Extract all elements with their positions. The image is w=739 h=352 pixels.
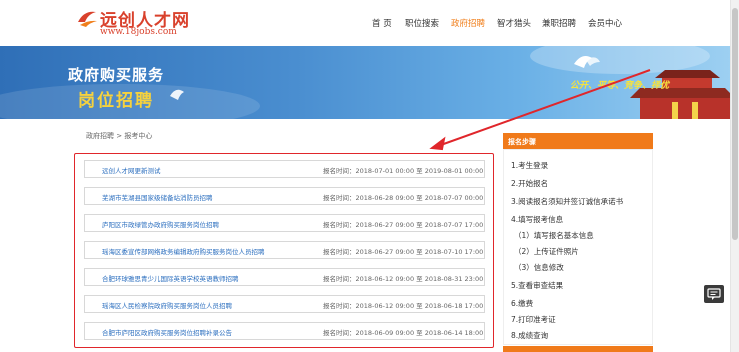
steps-list: 1.考生登录 2.开始报名 3.阅读报名须知并签订诚信承诺书 4.填写报考信息 … xyxy=(503,149,653,345)
nav-item-part-time[interactable]: 兼职招聘 xyxy=(542,17,576,29)
vertical-scrollbar[interactable] xyxy=(730,0,739,352)
step-fill-info[interactable]: 4.填写报考信息 xyxy=(511,214,563,225)
banner-slogan: 公开、平等、竞争、择优 xyxy=(570,81,670,91)
list-item-date: 报名时间：2018-06-12 09:00 至 2018-06-18 17:00 xyxy=(323,302,484,310)
registration-steps-panel: 报名步骤 1.考生登录 2.开始报名 3.阅读报名须知并签订诚信承诺书 4.填写… xyxy=(503,133,653,352)
list-item-date: 报名时间：2018-06-28 09:00 至 2018-07-07 00:00 xyxy=(323,194,484,202)
nav-item-member-center[interactable]: 会员中心 xyxy=(588,17,622,29)
step-read-notice[interactable]: 3.阅读报名须知并签订诚信承诺书 xyxy=(511,196,623,207)
step-upload-photo[interactable]: （2）上传证件照片 xyxy=(514,246,579,257)
list-item[interactable]: 瑶海区委宣传部网络政务编辑政府购买服务岗位人员招聘 报名时间：2018-06-2… xyxy=(84,241,485,259)
recruitment-list: 远创人才网更新测试 报名时间：2018-07-01 00:00 至 2019-0… xyxy=(74,153,494,348)
list-item[interactable]: 合肥市庐阳区政府购买服务岗位招聘补录公告 报名时间：2018-06-09 09:… xyxy=(84,322,485,340)
banner: 政府购买服务 岗位招聘 公开、平等、竞争、择优 xyxy=(0,46,739,119)
list-item-date: 报名时间：2018-06-27 09:00 至 2018-07-07 17:00 xyxy=(323,221,484,229)
step-review-result[interactable]: 5.查看审查结果 xyxy=(511,280,563,291)
list-item-date: 报名时间：2018-07-01 00:00 至 2019-08-01 00:00 xyxy=(323,167,484,175)
nav-item-headhunter[interactable]: 智才猎头 xyxy=(497,17,531,29)
list-item[interactable]: 合肥环球雅思青少儿国际英语学校英语教师招聘 报名时间：2018-06-12 09… xyxy=(84,268,485,286)
list-item-title[interactable]: 庐阳区市政绿管办政府购买服务岗位招聘 xyxy=(102,219,219,229)
banner-title-line2: 岗位招聘 xyxy=(78,91,154,111)
site-logo[interactable]: 远创人才网 www.18jobs.com xyxy=(76,6,196,42)
step-print-ticket[interactable]: 7.打印准考证 xyxy=(511,314,556,325)
step-score-query[interactable]: 8.成绩查询 xyxy=(511,330,548,341)
list-item[interactable]: 瑶海区人民检察院政府购买服务岗位人员招聘 报名时间：2018-06-12 09:… xyxy=(84,295,485,313)
logo-url: www.18jobs.com xyxy=(100,27,177,37)
list-item[interactable]: 芜湖市芜湖县国家级储备站消防员招聘 报名时间：2018-06-28 09:00 … xyxy=(84,187,485,205)
steps-title: 报名步骤 xyxy=(508,138,536,146)
step-payment[interactable]: 6.缴费 xyxy=(511,298,533,309)
steps-header: 报名步骤 xyxy=(503,133,653,149)
nav-item-job-search[interactable]: 职位搜索 xyxy=(405,17,439,29)
next-panel-header xyxy=(503,346,653,352)
nav-item-home[interactable]: 首 页 xyxy=(372,17,392,29)
list-item-title[interactable]: 瑶海区人民检察院政府购买服务岗位人员招聘 xyxy=(102,300,232,310)
step-modify-info[interactable]: （3）信息修改 xyxy=(514,262,564,273)
breadcrumb[interactable]: 政府招聘 > 报考中心 xyxy=(86,131,152,141)
step-fill-basic[interactable]: （1）填写报名基本信息 xyxy=(514,230,594,241)
chat-widget-button[interactable] xyxy=(704,285,724,303)
list-item[interactable]: 远创人才网更新测试 报名时间：2018-07-01 00:00 至 2019-0… xyxy=(84,160,485,178)
list-item-title[interactable]: 合肥市庐阳区政府购买服务岗位招聘补录公告 xyxy=(102,327,232,337)
list-item-title[interactable]: 远创人才网更新测试 xyxy=(102,165,161,175)
page: 远创人才网 www.18jobs.com 首 页 职位搜索 政府招聘 智才猎头 … xyxy=(0,0,739,352)
list-item-date: 报名时间：2018-06-09 09:00 至 2018-06-14 18:00 xyxy=(323,329,484,337)
list-item-date: 报名时间：2018-06-12 09:00 至 2018-08-31 23:00 xyxy=(323,275,484,283)
step-login[interactable]: 1.考生登录 xyxy=(511,160,548,171)
site-header: 远创人才网 www.18jobs.com 首 页 职位搜索 政府招聘 智才猎头 … xyxy=(0,0,739,46)
list-item-title[interactable]: 芜湖市芜湖县国家级储备站消防员招聘 xyxy=(102,192,213,202)
scrollbar-thumb[interactable] xyxy=(732,8,738,240)
list-item[interactable]: 庐阳区市政绿管办政府购买服务岗位招聘 报名时间：2018-06-27 09:00… xyxy=(84,214,485,232)
chat-icon xyxy=(707,288,721,300)
list-item-title[interactable]: 合肥环球雅思青少儿国际英语学校英语教师招聘 xyxy=(102,273,239,283)
nav-item-gov-recruit[interactable]: 政府招聘 xyxy=(451,17,485,29)
step-start[interactable]: 2.开始报名 xyxy=(511,178,548,189)
list-item-title[interactable]: 瑶海区委宣传部网络政务编辑政府购买服务岗位人员招聘 xyxy=(102,246,265,256)
banner-title-line1: 政府购买服务 xyxy=(68,66,165,84)
logo-icon xyxy=(78,11,97,27)
list-item-date: 报名时间：2018-06-27 09:00 至 2018-07-10 17:00 xyxy=(323,248,484,256)
